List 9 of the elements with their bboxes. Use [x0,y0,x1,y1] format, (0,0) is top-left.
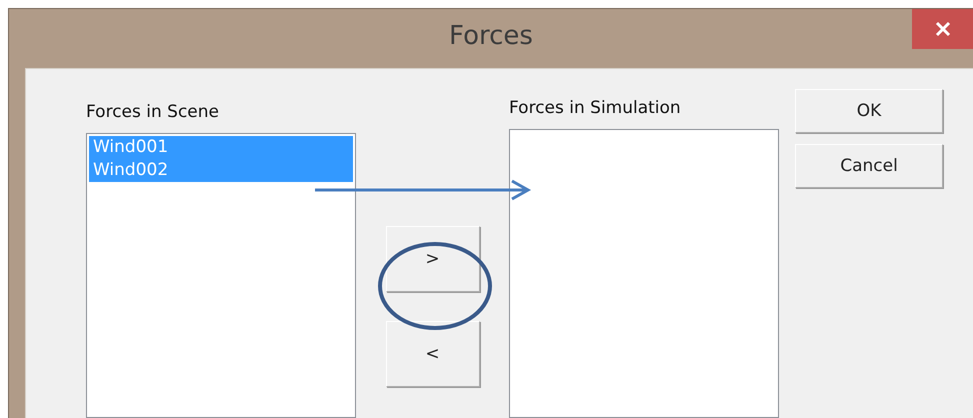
dialog-button[interactable]: Cancel [795,144,943,188]
close-icon [934,21,950,37]
close-button[interactable] [912,9,973,49]
list-label: Forces in Scene [86,102,220,124]
dialog-button[interactable]: OK [795,89,943,133]
move-button[interactable]: < [386,321,480,387]
list-label: Forces in Simulation [509,98,682,120]
move-button[interactable]: > [386,226,480,292]
window-title: Forces [449,20,533,50]
